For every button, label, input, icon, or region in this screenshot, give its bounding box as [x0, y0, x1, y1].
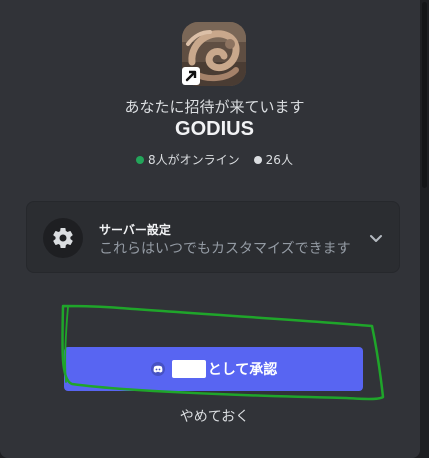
server-name: GODIUS [175, 118, 254, 140]
member-count-label: 26人 [265, 153, 293, 167]
scrollbar[interactable] [420, 0, 429, 458]
online-count-label: 8人がオンライン [148, 153, 240, 167]
chevron-down-icon[interactable] [367, 229, 385, 251]
authorize-button[interactable]: として承認 [64, 347, 363, 391]
authorize-label: として承認 [207, 362, 278, 378]
member-count: 26人 [253, 151, 293, 168]
server-settings-card[interactable]: サーバー設定 これらはいつでもカスタマイズできます [26, 201, 400, 273]
invite-heading: あなたに招待が来ています [124, 98, 305, 116]
gear-icon [43, 218, 83, 258]
settings-title: サーバー設定 [99, 223, 171, 237]
discord-icon [150, 361, 166, 377]
server-stats: 8人がオンライン 26人 [0, 151, 429, 168]
cancel-link[interactable]: やめておく [0, 406, 429, 426]
settings-subtitle: これらはいつでもカスタマイズできます [99, 241, 351, 257]
redacted-username [171, 360, 206, 378]
shortcut-arrow-icon [182, 67, 200, 85]
scrollbar-thumb[interactable] [422, 2, 427, 188]
online-dot-icon [136, 155, 145, 164]
online-count: 8人がオンライン [136, 151, 240, 168]
authorize-modal: あなたに招待が来ています GODIUS 8人がオンライン 26人 サーバー設定 … [0, 0, 420, 458]
member-dot-icon [253, 155, 262, 164]
